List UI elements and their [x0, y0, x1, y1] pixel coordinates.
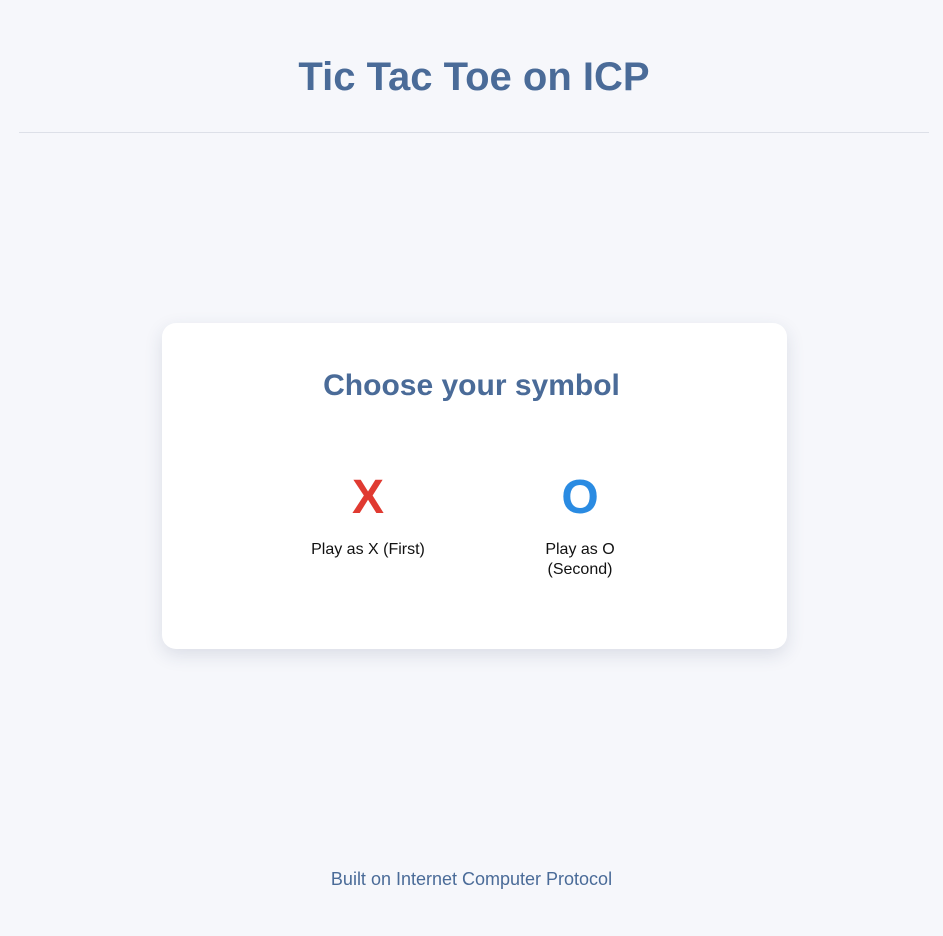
footer-text: Built on Internet Computer Protocol	[330, 869, 613, 889]
play-as-o-label: Play as O (Second)	[545, 541, 615, 578]
o-symbol: O	[561, 471, 599, 524]
x-symbol: X	[351, 471, 384, 524]
chooser-title: Choose your symbol	[323, 369, 620, 402]
page-title: Tic Tac Toe on ICP	[298, 55, 650, 99]
page-header: Tic Tac Toe on ICP	[19, 0, 929, 133]
play-as-x-button[interactable]: X Play as X (First)	[283, 470, 453, 560]
play-as-o-button[interactable]: O Play as O (Second)	[495, 470, 665, 580]
play-as-x-label: Play as X (First)	[311, 541, 425, 558]
